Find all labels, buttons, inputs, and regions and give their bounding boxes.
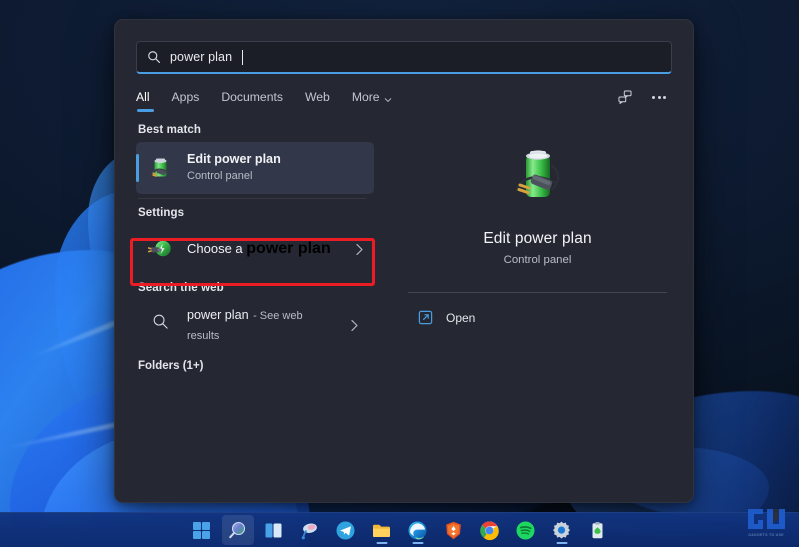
chrome-button[interactable] xyxy=(474,515,506,545)
search-button[interactable] xyxy=(221,515,254,545)
settings-gear-icon xyxy=(551,520,572,541)
tab-all-label: All xyxy=(136,89,150,104)
results-list: Best match Edit power plan Control panel… xyxy=(115,114,374,502)
section-best-match-header: Best match xyxy=(138,124,201,136)
spotify-button[interactable] xyxy=(510,515,542,545)
taskbar xyxy=(0,512,799,547)
feedback-bubbles-icon[interactable] xyxy=(612,85,638,109)
desktop: power plan All Apps Documents Web More B… xyxy=(0,0,799,547)
tab-all[interactable]: All xyxy=(136,89,154,113)
result-edit-power-plan[interactable]: Edit power plan Control panel xyxy=(136,142,374,194)
windows-search-panel: power plan All Apps Documents Web More B… xyxy=(114,19,694,503)
chevron-right-icon xyxy=(355,243,364,256)
gadgets-to-use-logo-icon xyxy=(746,506,786,532)
task-view-button[interactable] xyxy=(258,515,290,545)
section-folders-header: Folders (1+) xyxy=(138,360,204,372)
search-input[interactable]: power plan xyxy=(136,41,672,74)
section-search-the-web-header: Search the web xyxy=(138,282,224,294)
telegram-button[interactable] xyxy=(330,515,362,545)
battery-app-button[interactable] xyxy=(582,515,614,545)
tab-documents-label: Documents xyxy=(221,89,283,104)
section-settings-header: Settings xyxy=(138,207,185,219)
search-results-body: Best match Edit power plan Control panel… xyxy=(115,114,693,502)
watermark-text: GADGETS TO USE xyxy=(748,533,784,537)
tab-apps-label: Apps xyxy=(171,89,200,104)
result-text-group: Edit power plan Control panel xyxy=(187,152,364,183)
file-explorer-button[interactable] xyxy=(366,515,398,545)
search-icon xyxy=(148,312,174,338)
result-choose-a-power-plan[interactable]: Choose a power plan xyxy=(136,228,374,270)
more-options-ellipsis-icon[interactable] xyxy=(646,95,672,99)
chevron-down-icon xyxy=(384,93,392,102)
result-title: Edit power plan xyxy=(187,152,281,167)
file-explorer-folder-icon xyxy=(371,520,392,541)
preview-divider xyxy=(408,292,667,293)
task-view-icon xyxy=(263,520,284,541)
brave-lion-icon xyxy=(443,520,464,541)
preview-content: Edit power plan Control panel Open xyxy=(384,114,693,502)
result-web-search[interactable]: power plan - See web results xyxy=(136,300,374,350)
battery-plug-icon xyxy=(148,155,174,181)
result-title-prefix: Choose a xyxy=(187,241,247,256)
search-icon xyxy=(147,50,161,64)
tab-more[interactable]: More xyxy=(352,90,392,113)
preview-pane: Edit power plan Control panel Open xyxy=(374,114,693,502)
tab-web-label: Web xyxy=(304,89,330,104)
chrome-icon xyxy=(479,520,500,541)
running-indicator xyxy=(556,542,567,544)
running-indicator xyxy=(376,542,387,544)
edge-icon xyxy=(407,520,428,541)
result-text-group: Choose a power plan xyxy=(187,239,342,259)
preview-title: Edit power plan xyxy=(483,230,592,247)
running-indicator xyxy=(412,542,423,544)
external-link-icon xyxy=(418,310,433,325)
widgets-weather-icon xyxy=(299,520,320,541)
telegram-icon xyxy=(335,520,356,541)
search-filter-tabs: All Apps Documents Web More xyxy=(115,74,693,114)
open-label: Open xyxy=(446,310,476,325)
web-result-query: power plan xyxy=(187,308,249,322)
brave-button[interactable] xyxy=(438,515,470,545)
power-plug-settings-icon xyxy=(147,236,174,262)
spotify-icon xyxy=(515,520,536,541)
edge-button[interactable] xyxy=(402,515,434,545)
result-title-bold: power plan xyxy=(246,240,331,257)
windows-logo-icon xyxy=(191,520,212,541)
taskbar-items xyxy=(186,515,614,545)
tab-documents[interactable]: Documents xyxy=(221,90,283,113)
result-text-group: power plan - See web results xyxy=(187,305,337,345)
watermark: GADGETS TO USE xyxy=(739,506,793,546)
settings-button[interactable] xyxy=(546,515,578,545)
tab-apps[interactable]: Apps xyxy=(172,90,200,113)
battery-clipboard-icon xyxy=(587,520,608,541)
start-button[interactable] xyxy=(186,515,218,545)
chevron-right-icon xyxy=(350,319,359,332)
tab-web[interactable]: Web xyxy=(305,90,330,113)
result-subtitle: Control panel xyxy=(187,169,253,182)
widgets-button[interactable] xyxy=(294,515,326,545)
preview-subtitle: Control panel xyxy=(503,254,572,266)
battery-plug-icon xyxy=(505,144,571,210)
search-box-container: power plan xyxy=(115,20,693,74)
open-button[interactable]: Open xyxy=(408,310,667,325)
text-caret xyxy=(242,49,244,65)
search-input-value: power plan xyxy=(170,50,233,64)
search-magnifier-icon xyxy=(227,520,248,541)
tab-more-label: More xyxy=(351,89,380,104)
